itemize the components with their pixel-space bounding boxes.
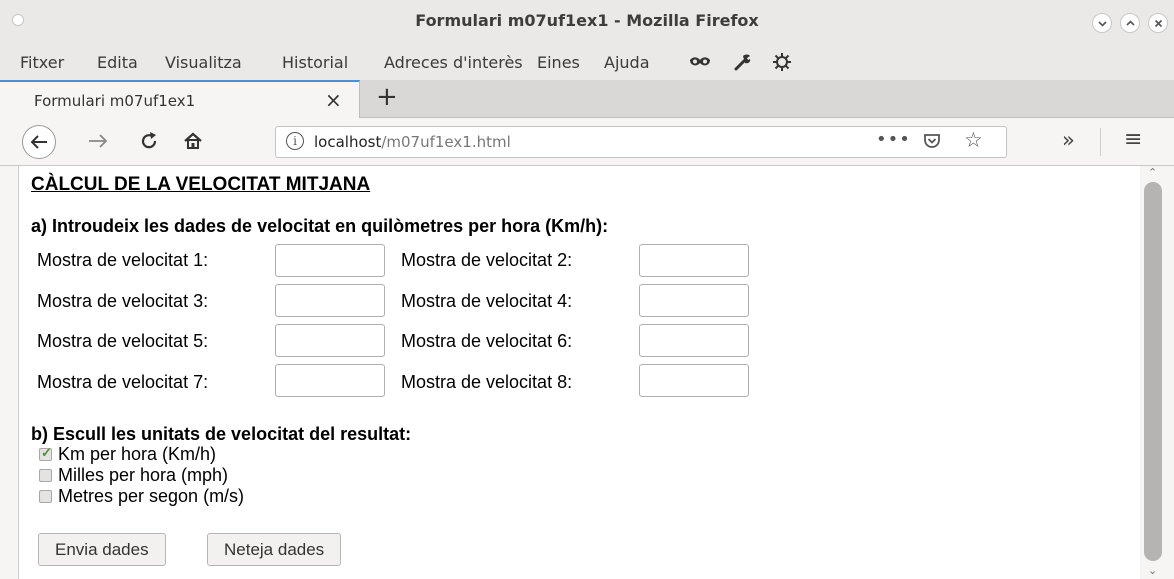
hamburger-menu-button[interactable]: ≡ — [1124, 127, 1142, 152]
menu-adreces[interactable]: Adreces d'interès — [384, 53, 523, 72]
pocket-icon[interactable] — [922, 131, 942, 155]
chevron-down-icon — [1098, 21, 1107, 27]
forward-button[interactable] — [86, 130, 110, 157]
unit-option-ms[interactable]: Metres per segon (m/s) — [39, 486, 244, 507]
menu-bar: Fitxer Edita Visualitza Historial Adrece… — [0, 46, 1174, 80]
menu-fitxer[interactable]: Fitxer — [20, 53, 64, 72]
sample-5-input[interactable] — [275, 324, 385, 357]
mask-icon[interactable] — [689, 52, 711, 77]
wrench-icon[interactable] — [733, 52, 753, 77]
scrollbar-thumb[interactable] — [1144, 182, 1162, 561]
chevron-up-icon — [1126, 20, 1135, 26]
url-path: /m07uf1ex1.html — [381, 133, 511, 151]
reset-button[interactable]: Neteja dades — [207, 533, 342, 566]
home-icon — [184, 132, 202, 149]
back-arrow-icon — [30, 135, 47, 149]
scroll-down-icon[interactable]: ⌄ — [1148, 564, 1157, 577]
mph-label: Milles per hora (mph) — [58, 465, 229, 485]
kmh-checkbox[interactable] — [39, 445, 52, 461]
page-content: CÀLCUL DE LA VELOCITAT MITJANA a) Introu… — [18, 166, 1140, 579]
new-tab-button[interactable]: + — [376, 82, 398, 112]
section-a-heading: a) Introudeix les dades de velocitat en … — [31, 216, 609, 236]
mph-checkbox[interactable] — [39, 469, 52, 482]
reload-button[interactable] — [138, 130, 160, 157]
section-b-heading: b) Escull les unitats de velocitat del r… — [31, 424, 412, 444]
menu-eines[interactable]: Eines — [537, 53, 580, 72]
sample-8-label: Mostra de velocitat 8: — [401, 372, 573, 392]
nav-separator — [1100, 128, 1101, 156]
bookmark-star-icon[interactable]: ☆ — [964, 128, 983, 152]
sample-8-input[interactable] — [639, 364, 749, 397]
scroll-up-icon[interactable]: ⌃ — [1148, 166, 1157, 179]
browser-window: Formulari m07uf1ex1 - Mozilla Firefox Fi… — [0, 0, 1174, 579]
sample-2-label: Mostra de velocitat 2: — [401, 250, 573, 270]
tab-active[interactable]: Formulari m07uf1ex1 × — [0, 80, 360, 118]
sample-7-input[interactable] — [275, 364, 385, 397]
ms-label: Metres per segon (m/s) — [58, 486, 245, 506]
sample-3-input[interactable] — [275, 284, 385, 317]
sample-4-label: Mostra de velocitat 4: — [401, 291, 573, 311]
info-icon[interactable]: i — [286, 132, 304, 150]
menu-historial[interactable]: Historial — [282, 53, 348, 72]
page-title: CÀLCUL DE LA VELOCITAT MITJANA — [31, 174, 371, 195]
submit-button[interactable]: Envia dades — [38, 533, 166, 566]
unit-option-mph[interactable]: Milles per hora (mph) — [39, 465, 228, 486]
vertical-scrollbar[interactable]: ⌃ ⌄ — [1140, 166, 1174, 579]
close-icon — [1154, 19, 1163, 28]
nav-bar: i localhost/m07uf1ex1.html ••• ☆ » ≡ — [0, 118, 1174, 166]
home-button[interactable] — [182, 130, 204, 157]
tab-bar: Formulari m07uf1ex1 × + — [0, 80, 1174, 118]
tab-close-button[interactable]: × — [325, 88, 342, 112]
window-title: Formulari m07uf1ex1 - Mozilla Firefox — [415, 11, 759, 30]
overflow-button[interactable]: » — [1062, 128, 1075, 152]
tab-label: Formulari m07uf1ex1 — [34, 92, 196, 110]
menu-edita[interactable]: Edita — [97, 53, 138, 72]
sample-2-input[interactable] — [639, 244, 749, 277]
sample-3-label: Mostra de velocitat 3: — [37, 291, 209, 311]
close-window-button[interactable] — [1148, 13, 1168, 33]
reload-icon — [141, 132, 157, 149]
sample-5-label: Mostra de velocitat 5: — [37, 331, 209, 351]
sample-1-label: Mostra de velocitat 1: — [37, 250, 209, 270]
title-bar: Formulari m07uf1ex1 - Mozilla Firefox — [0, 0, 1174, 46]
sample-6-input[interactable] — [639, 324, 749, 357]
url-text[interactable]: localhost/m07uf1ex1.html — [314, 133, 511, 151]
minimize-button[interactable] — [1092, 13, 1112, 33]
back-button[interactable] — [22, 125, 56, 159]
kmh-label: Km per hora (Km/h) — [58, 444, 217, 464]
sample-4-input[interactable] — [639, 284, 749, 317]
unit-option-kmh[interactable]: Km per hora (Km/h) — [39, 444, 216, 465]
page-actions-button[interactable]: ••• — [876, 129, 911, 150]
sample-6-label: Mostra de velocitat 6: — [401, 331, 573, 351]
menu-visualitza[interactable]: Visualitza — [165, 53, 242, 72]
sample-1-input[interactable] — [275, 244, 385, 277]
url-host: localhost — [314, 133, 382, 151]
menu-ajuda[interactable]: Ajuda — [604, 53, 650, 72]
sample-7-label: Mostra de velocitat 7: — [37, 372, 209, 392]
url-bar[interactable]: i localhost/m07uf1ex1.html ••• ☆ — [275, 126, 1007, 158]
gear-icon[interactable] — [772, 52, 792, 77]
maximize-button[interactable] — [1120, 13, 1140, 33]
ms-checkbox[interactable] — [39, 490, 52, 503]
forward-arrow-icon — [89, 134, 108, 148]
